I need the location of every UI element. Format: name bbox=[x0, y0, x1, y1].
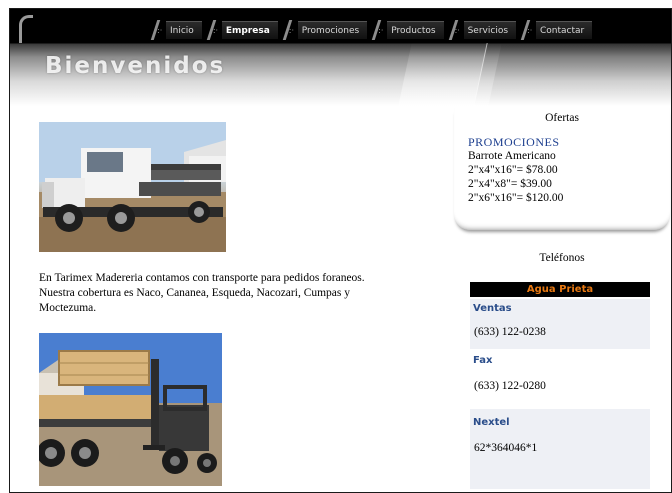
fax-section: Fax (633) 122-0280 bbox=[470, 351, 650, 407]
header-corner-ornament bbox=[19, 15, 33, 43]
fax-label: Fax bbox=[473, 355, 493, 366]
page-frame: :· Inicio :· Empresa :· Promociones :· P… bbox=[9, 8, 672, 493]
ventas-section: Ventas (633) 122-0238 bbox=[470, 299, 650, 349]
nav-separator-icon: :· bbox=[280, 18, 298, 42]
nav-item-contactar[interactable]: :· Contactar bbox=[518, 18, 593, 42]
nav-item-inicio[interactable]: :· Inicio bbox=[148, 18, 202, 42]
nav-separator-icon: :· bbox=[518, 18, 536, 42]
ofertas-scroller[interactable]: PROMOCIONES Barrote Americano 2"x4"x16"=… bbox=[468, 137, 658, 218]
tow-truck-photo bbox=[39, 122, 226, 252]
nav-separator-icon: :· bbox=[204, 18, 222, 42]
nav-label[interactable]: Productos bbox=[387, 21, 444, 39]
offer-line: 2"x4"x16"= $78.00 bbox=[468, 164, 558, 176]
fax-number: (633) 122-0280 bbox=[474, 380, 546, 392]
nextel-section: Nextel 62*364046*1 bbox=[470, 409, 650, 489]
ventas-number: (633) 122-0238 bbox=[474, 326, 546, 338]
telefonos-title: Teléfonos bbox=[539, 252, 585, 264]
nextel-label: Nextel bbox=[473, 417, 510, 428]
header-decoration bbox=[473, 43, 671, 106]
ventas-label: Ventas bbox=[473, 303, 512, 314]
ofertas-box: Ofertas PROMOCIONES Barrote Americano 2"… bbox=[454, 108, 670, 230]
forklift-lumber-photo bbox=[39, 333, 222, 486]
nav-separator-icon: :· bbox=[446, 18, 464, 42]
site-header: :· Inicio :· Empresa :· Promociones :· P… bbox=[10, 9, 671, 106]
nav-separator-icon: :· bbox=[148, 18, 166, 42]
nav-label[interactable]: Empresa bbox=[221, 21, 278, 39]
offer-line: 2"x4"x8"= $39.00 bbox=[468, 178, 552, 190]
transport-description: En Tarimex Madereria contamos con transp… bbox=[39, 272, 365, 314]
offer-line: 2"x6"x16"= $120.00 bbox=[468, 192, 564, 204]
nextel-number: 62*364046*1 bbox=[474, 442, 538, 454]
main-nav: :· Inicio :· Empresa :· Promociones :· P… bbox=[148, 18, 594, 42]
nav-label[interactable]: Promociones bbox=[297, 21, 368, 39]
ofertas-title: Ofertas bbox=[545, 112, 579, 124]
telefonos-box: Teléfonos Agua Prieta Ventas (633) 122-0… bbox=[454, 244, 670, 492]
nav-item-empresa[interactable]: :· Empresa bbox=[204, 18, 278, 42]
nav-label[interactable]: Inicio bbox=[166, 21, 202, 39]
region-header: Agua Prieta bbox=[470, 282, 650, 297]
promo-heading: PROMOCIONES bbox=[468, 137, 560, 149]
nav-item-servicios[interactable]: :· Servicios bbox=[446, 18, 517, 42]
nav-label[interactable]: Contactar bbox=[536, 21, 593, 39]
offer-line: Barrote Americano bbox=[468, 150, 556, 162]
nav-separator-icon: :· bbox=[369, 18, 387, 42]
nav-item-productos[interactable]: :· Productos bbox=[369, 18, 444, 42]
nav-item-promociones[interactable]: :· Promociones bbox=[280, 18, 368, 42]
welcome-heading: Bienvenidos bbox=[45, 53, 226, 79]
nav-label[interactable]: Servicios bbox=[463, 21, 517, 39]
